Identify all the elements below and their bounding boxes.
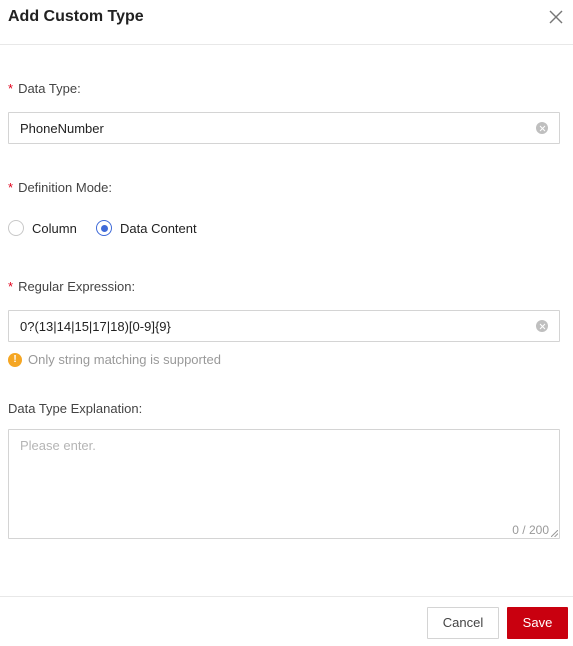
regex-hint: ! Only string matching is supported: [8, 352, 221, 367]
cancel-button[interactable]: Cancel: [427, 607, 499, 639]
definition-mode-label-text: Definition Mode:: [18, 180, 113, 195]
regular-expression-label: * Regular Expression:: [8, 279, 135, 294]
radio-unchecked-icon: [8, 220, 24, 236]
close-icon[interactable]: [546, 7, 566, 27]
required-marker: *: [8, 279, 14, 294]
regular-expression-label-text: Regular Expression:: [18, 279, 136, 294]
data-type-label-text: Data Type:: [18, 81, 81, 96]
character-counter: 0 / 200: [512, 523, 549, 537]
regular-expression-input[interactable]: 0?(13|14|15|17|18)[0-9]{9}: [8, 310, 560, 342]
radio-data-content-label: Data Content: [120, 220, 197, 236]
clear-icon[interactable]: [536, 320, 548, 332]
radio-column[interactable]: Column: [8, 220, 77, 236]
radio-checked-icon: [96, 220, 112, 236]
explanation-textarea[interactable]: Please enter. 0 / 200: [8, 429, 560, 539]
radio-data-content[interactable]: Data Content: [96, 220, 197, 236]
required-marker: *: [8, 81, 14, 96]
footer-divider: [0, 596, 573, 597]
data-type-label: * Data Type:: [8, 81, 81, 96]
explanation-label-text: Data Type Explanation:: [8, 401, 143, 416]
explanation-placeholder: Please enter.: [20, 438, 96, 453]
save-button[interactable]: Save: [507, 607, 568, 639]
clear-icon[interactable]: [536, 122, 548, 134]
definition-mode-label: * Definition Mode:: [8, 180, 112, 195]
radio-column-label: Column: [32, 220, 77, 236]
regular-expression-value: 0?(13|14|15|17|18)[0-9]{9}: [20, 319, 171, 334]
warning-icon: !: [8, 352, 22, 367]
regex-hint-text: Only string matching is supported: [28, 352, 221, 367]
dialog-title: Add Custom Type: [8, 8, 144, 25]
data-type-input[interactable]: PhoneNumber: [8, 112, 560, 144]
explanation-label: Data Type Explanation:: [8, 401, 142, 416]
data-type-value: PhoneNumber: [20, 121, 104, 136]
required-marker: *: [8, 180, 14, 195]
dialog-header: Add Custom Type: [0, 0, 573, 45]
resize-handle-icon[interactable]: [551, 530, 558, 537]
